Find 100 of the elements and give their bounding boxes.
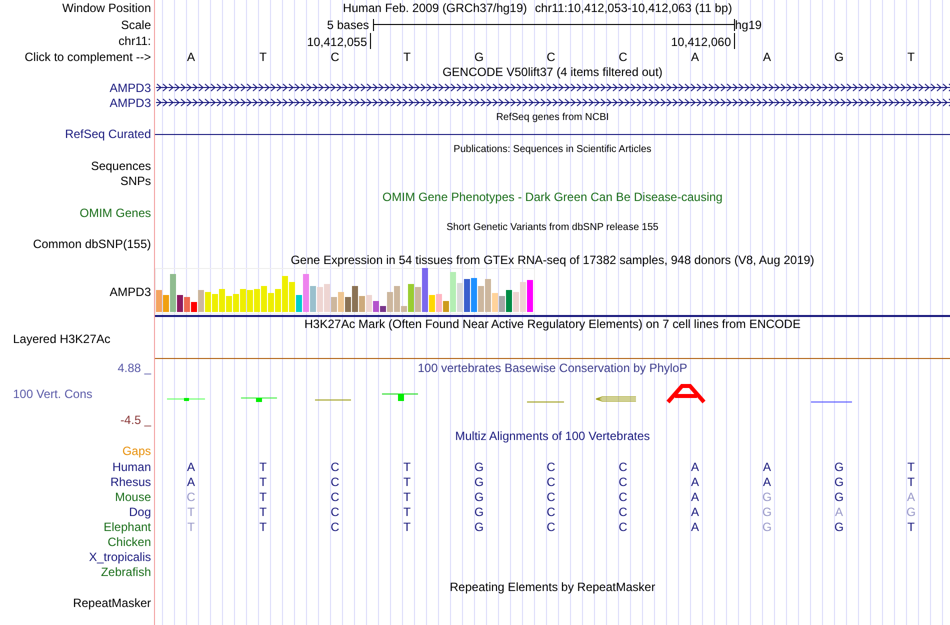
- alignment-base: G: [762, 504, 772, 518]
- alignment-base: T: [259, 490, 267, 504]
- alignment-base: T: [187, 520, 195, 534]
- assembly-label: hg19: [734, 18, 763, 32]
- alignment-base: C: [618, 460, 628, 474]
- alignment-base: G: [834, 460, 844, 474]
- alignment-base: T: [259, 474, 267, 488]
- alignment-base: T: [403, 490, 411, 504]
- base-letter: C: [546, 50, 556, 64]
- base-letter: G: [834, 50, 844, 64]
- row-label: Window Position: [62, 1, 151, 15]
- alignment-base: T: [907, 474, 915, 488]
- alignment-base: C: [330, 490, 340, 504]
- alignment-base: A: [186, 460, 195, 474]
- base-letter: A: [690, 50, 699, 64]
- alignment-base: C: [330, 520, 340, 534]
- track-title: Publications: Sequences in Scientific Articles: [454, 143, 652, 158]
- species-label[interactable]: Chicken: [108, 534, 151, 548]
- species-label[interactable]: Human: [112, 460, 151, 474]
- alignment-base: A: [690, 504, 699, 518]
- alignment-base: G: [474, 520, 484, 534]
- track-title: GENCODE V50lift37 (4 items filtered out): [442, 65, 663, 79]
- species-label[interactable]: X_tropicalis: [88, 550, 151, 564]
- alignment-base: G: [762, 520, 772, 534]
- track-label[interactable]: Layered H3K27Ac: [13, 332, 110, 346]
- axis-min-label: -4.5 _: [120, 412, 151, 426]
- alignment-base: A: [762, 474, 771, 488]
- alignment-base: G: [906, 504, 916, 518]
- alignment-base: T: [259, 504, 267, 518]
- alignment-base: T: [403, 504, 411, 518]
- alignment-base: T: [403, 460, 411, 474]
- track-label[interactable]: Common dbSNP(155): [32, 236, 151, 251]
- species-label[interactable]: Mouse: [114, 490, 151, 504]
- alignment-base: C: [330, 474, 340, 488]
- alignment-base: G: [474, 504, 484, 518]
- base-letter: T: [259, 50, 267, 64]
- alignment-base: A: [690, 490, 699, 504]
- track-label[interactable]: 100 Vert. Cons: [13, 386, 92, 400]
- complement-link[interactable]: Click to complement -->: [24, 50, 151, 64]
- alignment-base: G: [474, 490, 484, 504]
- base-letter: T: [907, 50, 915, 64]
- alignment-base: T: [907, 520, 915, 534]
- position-text: chr11:10,412,053-10,412,063 (11 bp): [535, 1, 732, 15]
- species-label[interactable]: Dog: [128, 504, 151, 518]
- alignment-base: A: [762, 460, 771, 474]
- track-title: Gene Expression in 54 tissues from GTEx RNA-seq of 17382 samples, 948 donors (V8, Aug 2019): [290, 252, 814, 266]
- gene-strand-drawing[interactable]: [156, 82, 950, 93]
- alignment-base: C: [546, 490, 556, 504]
- track-label[interactable]: AMPD3: [110, 96, 151, 110]
- alignment-base: T: [907, 460, 915, 474]
- coordinate-label: 10,412,055: [306, 35, 367, 49]
- expression-bars-drawing[interactable]: [155, 268, 535, 314]
- assembly-title: Human Feb. 2009 (GRCh37/hg19): [342, 1, 528, 15]
- alignment-base: T: [259, 520, 267, 534]
- alignment-base: C: [330, 460, 340, 474]
- base-letter: A: [186, 50, 195, 64]
- species-label[interactable]: Rhesus: [110, 474, 151, 488]
- alignment-base: C: [330, 504, 340, 518]
- base-letter: A: [762, 50, 771, 64]
- base-letter: C: [330, 50, 340, 64]
- species-label[interactable]: Zebrafish: [100, 564, 151, 578]
- track-title: OMIM Gene Phenotypes - Dark Green Can Be Disease-causing: [382, 190, 723, 204]
- alignment-base: C: [618, 504, 628, 518]
- alignment-base: G: [834, 474, 844, 488]
- track-title: Short Genetic Variants from dbSNP release 155: [446, 221, 658, 236]
- alignment-base: A: [186, 474, 195, 488]
- alignment-base: T: [259, 460, 267, 474]
- row-label: chr11:: [118, 34, 151, 48]
- track-label[interactable]: AMPD3: [110, 80, 151, 94]
- base-letter: T: [403, 50, 411, 64]
- alignment-base: C: [618, 490, 628, 504]
- base-letter: C: [618, 50, 628, 64]
- coordinate-label: 10,412,060: [670, 35, 731, 49]
- track-title: RefSeq genes from NCBI: [496, 110, 609, 125]
- alignment-base: A: [690, 460, 699, 474]
- track-label[interactable]: Sequences: [90, 158, 151, 173]
- gene-strand-drawing[interactable]: [156, 97, 950, 108]
- track-label[interactable]: SNPs: [120, 174, 151, 188]
- scale-length: 5 bases: [326, 18, 370, 32]
- track-label[interactable]: RepeatMasker: [72, 596, 151, 610]
- alignment-base: C: [618, 474, 628, 488]
- alignment-base: G: [762, 490, 772, 504]
- track-label[interactable]: AMPD3: [110, 285, 151, 299]
- alignment-base: C: [546, 474, 556, 488]
- track-title: H3K27Ac Mark (Often Found Near Active Regulatory Elements) on 7 cell lines from ENCODE: [304, 316, 801, 330]
- alignment-base: T: [403, 474, 411, 488]
- track-title: Repeating Elements by RepeatMasker: [450, 580, 656, 594]
- axis-max-label: 4.88 _: [118, 360, 151, 374]
- species-label[interactable]: Elephant: [104, 520, 151, 534]
- alignment-base: C: [546, 460, 556, 474]
- alignment-base: C: [618, 520, 628, 534]
- alignment-base: T: [403, 520, 411, 534]
- alignment-base: A: [906, 490, 915, 504]
- base-letter: G: [474, 50, 484, 64]
- alignment-base: G: [474, 460, 484, 474]
- alignment-base: G: [834, 520, 844, 534]
- track-label[interactable]: RefSeq Curated: [64, 127, 151, 141]
- track-label[interactable]: OMIM Genes: [80, 206, 151, 220]
- track-title: Multiz Alignments of 100 Vertebrates: [455, 428, 650, 442]
- alignment-base: T: [187, 504, 195, 518]
